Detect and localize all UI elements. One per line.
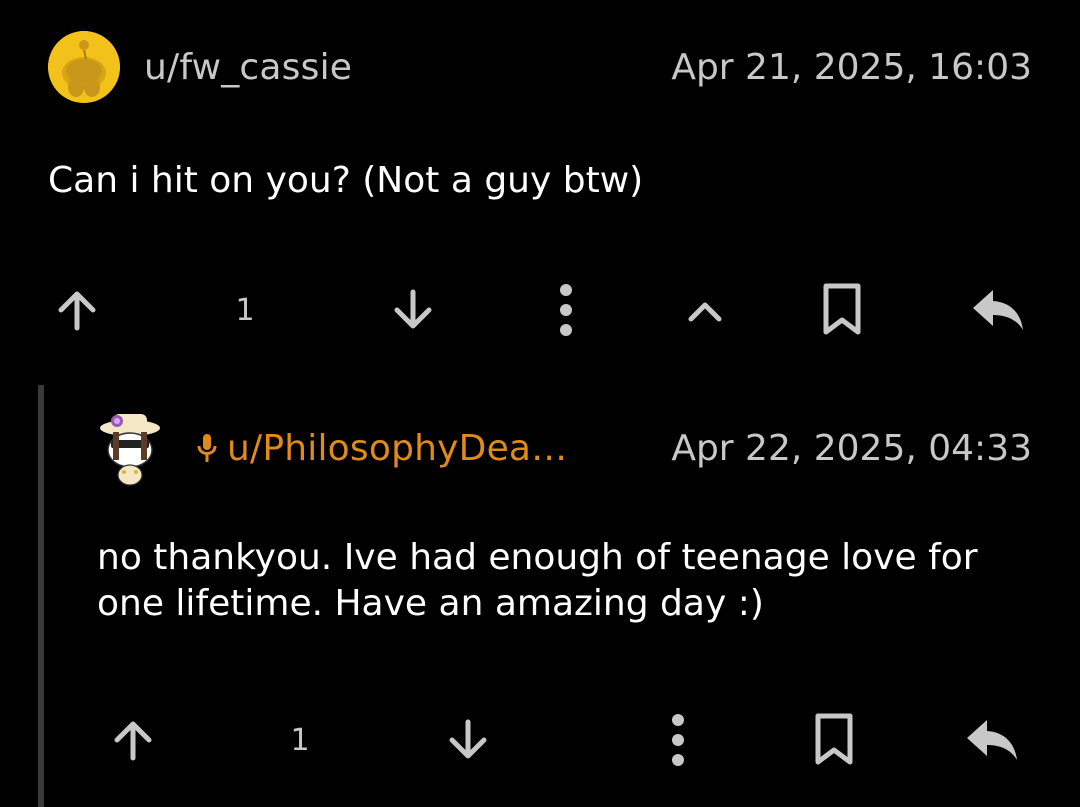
downvote-button[interactable] bbox=[386, 280, 440, 340]
more-vertical-icon bbox=[560, 284, 572, 336]
timestamp: Apr 21, 2025, 16:03 bbox=[671, 46, 1032, 88]
snoo-avatar-icon bbox=[48, 31, 120, 103]
comment: u/PhilosophyDea… Apr 22, 2025, 04:33 no … bbox=[0, 385, 1080, 807]
upvote-button[interactable] bbox=[50, 280, 104, 340]
reply-button[interactable] bbox=[960, 710, 1024, 770]
reply-icon bbox=[967, 720, 1017, 760]
comment-header: u/PhilosophyDea… Apr 22, 2025, 04:33 bbox=[97, 408, 1032, 488]
score-value: 1 bbox=[290, 722, 310, 758]
avatar[interactable] bbox=[97, 408, 163, 488]
arrow-up-icon bbox=[58, 291, 96, 331]
timestamp: Apr 22, 2025, 04:33 bbox=[671, 427, 1032, 469]
score: 1 bbox=[228, 280, 262, 340]
score: 1 bbox=[283, 710, 317, 770]
more-options-button[interactable] bbox=[548, 280, 584, 340]
comment-thread: u/fw_cassie Apr 21, 2025, 16:03 Can i hi… bbox=[0, 0, 1080, 807]
arrow-down-icon bbox=[449, 719, 487, 759]
arrow-down-icon bbox=[394, 289, 432, 329]
comment-actions: 1 bbox=[0, 710, 1080, 770]
upvote-button[interactable] bbox=[106, 710, 160, 770]
bookmark-icon bbox=[823, 283, 861, 335]
chevron-up-icon bbox=[688, 302, 722, 322]
username[interactable]: u/PhilosophyDea… bbox=[227, 428, 567, 469]
score-value: 1 bbox=[235, 292, 255, 328]
bookmark-icon bbox=[815, 713, 853, 765]
comment-actions: 1 bbox=[0, 280, 1080, 340]
more-options-button[interactable] bbox=[660, 710, 696, 770]
arrow-up-icon bbox=[114, 721, 152, 761]
microphone-icon bbox=[197, 432, 217, 464]
comment: u/fw_cassie Apr 21, 2025, 16:03 Can i hi… bbox=[0, 0, 1080, 370]
comment-body: no thankyou. Ive had enough of teenage l… bbox=[97, 537, 978, 624]
avatar[interactable] bbox=[48, 31, 120, 103]
snoo-avatar-icon bbox=[100, 414, 160, 486]
downvote-button[interactable] bbox=[441, 710, 495, 770]
reply-icon bbox=[973, 290, 1023, 330]
comment-body: Can i hit on you? (Not a guy btw) bbox=[48, 160, 644, 201]
collapse-button[interactable] bbox=[682, 280, 728, 340]
comment-header: u/fw_cassie Apr 21, 2025, 16:03 bbox=[48, 31, 1032, 103]
username[interactable]: u/fw_cassie bbox=[144, 47, 352, 88]
save-button[interactable] bbox=[816, 280, 868, 340]
more-vertical-icon bbox=[672, 714, 684, 766]
reply-button[interactable] bbox=[966, 280, 1030, 340]
save-button[interactable] bbox=[808, 710, 860, 770]
